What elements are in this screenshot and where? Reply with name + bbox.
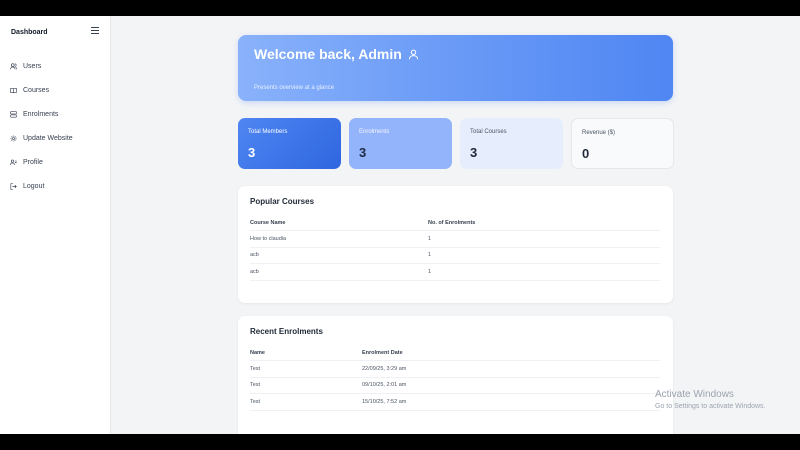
sidebar-item-label: Courses: [23, 86, 50, 94]
sidebar: Dashboard Users Courses Enrolments Updat…: [0, 16, 111, 434]
stat-card-revenue: Revenue ($) 0: [571, 118, 674, 169]
sidebar-item-label: Update Website: [23, 134, 73, 142]
sidebar-item-update-website[interactable]: Update Website: [0, 126, 111, 150]
table-row[interactable]: acb 1: [250, 248, 660, 264]
sidebar-item-logout[interactable]: Logout: [0, 174, 111, 198]
stat-card-total-members: Total Members 3: [238, 118, 341, 169]
table-row[interactable]: Test 15/10/25, 7:52 am: [250, 394, 660, 411]
enrolment-count-cell: 1: [428, 235, 432, 242]
profile-icon: [10, 159, 17, 165]
sidebar-item-label: Profile: [23, 158, 43, 166]
stat-card-enrolments: Enrolments 3: [349, 118, 452, 169]
welcome-title-text: Welcome back, Admin: [254, 46, 402, 62]
stat-value: 0: [582, 146, 590, 161]
brand-title: Dashboard: [11, 29, 48, 36]
recent-enrolments-title: Recent Enrolments: [250, 327, 323, 336]
enrolment-date-cell: 22/09/25, 3:29 am: [362, 365, 407, 372]
watermark-subtitle: Go to Settings to activate Windows.: [655, 403, 766, 410]
list-icon: [10, 110, 17, 117]
enrolment-count-cell: 1: [428, 252, 432, 259]
enrolee-name-cell: Test: [250, 382, 261, 389]
app-window: Dashboard Users Courses Enrolments Updat…: [0, 16, 800, 434]
course-name-cell: acb: [250, 252, 259, 259]
stat-label: Total Members: [248, 129, 288, 135]
popular-courses-table: Course Name No. of Enrolments How to cla…: [250, 216, 660, 281]
users-icon: [10, 62, 17, 69]
column-header: Course Name: [250, 220, 286, 226]
course-name-cell: acb: [250, 268, 259, 275]
activate-windows-watermark: Activate Windows Go to Settings to activ…: [655, 389, 766, 410]
column-header: No. of Enrolments: [428, 220, 476, 226]
enrolee-name-cell: Test: [250, 398, 261, 405]
stat-value: 3: [359, 145, 367, 160]
column-header: Name: [250, 350, 265, 356]
popular-courses-card: Popular Courses Course Name No. of Enrol…: [238, 186, 673, 303]
logout-icon: [10, 182, 17, 190]
welcome-banner: Welcome back, Admin Presents overview at…: [238, 35, 673, 101]
sidebar-nav: Users Courses Enrolments Update Website …: [0, 54, 111, 198]
sidebar-item-users[interactable]: Users: [0, 54, 111, 78]
course-name-cell: How to claudia: [250, 235, 287, 242]
stat-label: Total Courses: [470, 129, 507, 135]
table-row[interactable]: acb 1: [250, 264, 660, 281]
welcome-title: Welcome back, Admin: [254, 46, 419, 62]
watermark-title: Activate Windows: [655, 389, 734, 400]
sidebar-item-profile[interactable]: Profile: [0, 150, 111, 174]
sidebar-item-label: Enrolments: [23, 110, 59, 118]
enrolment-date-cell: 09/10/25, 2:01 am: [362, 382, 407, 389]
main-content: Welcome back, Admin Presents overview at…: [111, 16, 800, 434]
popular-courses-title: Popular Courses: [250, 197, 315, 206]
stat-label: Enrolments: [359, 129, 390, 135]
recent-enrolments-card: Recent Enrolments Name Enrolment Date Te…: [238, 316, 673, 434]
table-header-row: Course Name No. of Enrolments: [250, 216, 660, 231]
table-row[interactable]: Test 22/09/25, 3:29 am: [250, 361, 660, 378]
enrolee-name-cell: Test: [250, 365, 261, 372]
book-icon: [10, 87, 17, 93]
stat-value: 3: [248, 145, 256, 160]
sidebar-item-courses[interactable]: Courses: [0, 78, 111, 102]
enrolment-count-cell: 1: [428, 268, 432, 275]
menu-toggle-icon[interactable]: [91, 27, 99, 35]
sidebar-item-enrolments[interactable]: Enrolments: [0, 102, 111, 126]
column-header: Enrolment Date: [362, 350, 403, 356]
table-header-row: Name Enrolment Date: [250, 346, 660, 361]
user-icon: [408, 49, 418, 59]
sidebar-item-label: Logout: [23, 182, 45, 190]
stat-label: Revenue ($): [582, 130, 616, 136]
enrolment-date-cell: 15/10/25, 7:52 am: [362, 398, 407, 405]
stat-value: 3: [470, 145, 478, 160]
stat-card-total-courses: Total Courses 3: [460, 118, 563, 169]
recent-enrolments-table: Name Enrolment Date Test 22/09/25, 3:29 …: [250, 346, 660, 411]
table-row[interactable]: Test 09/10/25, 2:01 am: [250, 378, 660, 394]
sidebar-item-label: Users: [23, 62, 42, 70]
welcome-subtitle: Presents overview at a glance: [254, 85, 335, 91]
gear-icon: [10, 135, 17, 141]
table-row[interactable]: How to claudia 1: [250, 231, 660, 248]
